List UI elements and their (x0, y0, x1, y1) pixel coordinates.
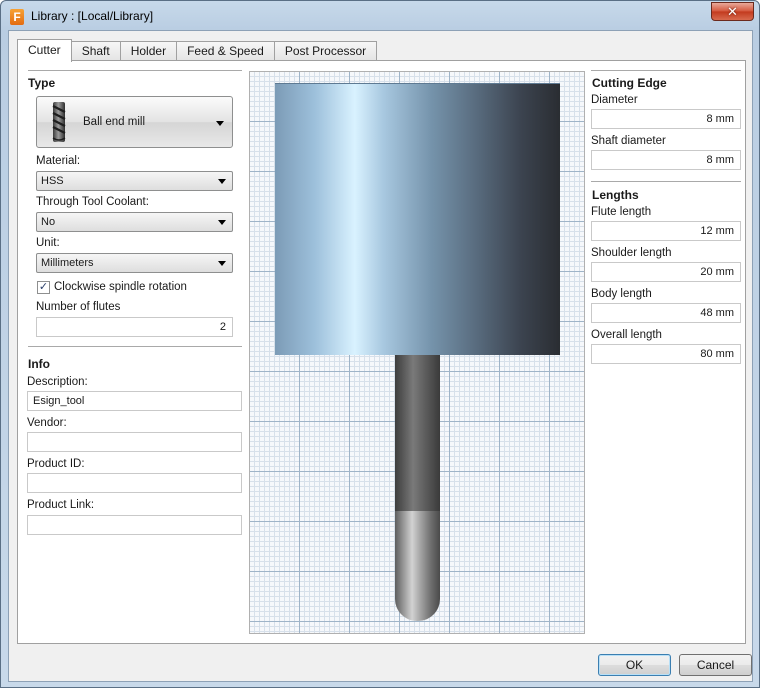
app-logo-icon: F (10, 9, 24, 25)
window-title: Library : [Local/Library] (31, 9, 154, 23)
overall-length-input[interactable]: 80 mm (591, 344, 741, 364)
dialog-body: Cutter Shaft Holder Feed & Speed Post Pr… (8, 30, 753, 682)
tool-type-value: Ball end mill (83, 116, 145, 128)
tab-feed-speed[interactable]: Feed & Speed (176, 41, 275, 61)
coolant-value: No (41, 216, 56, 228)
tool-flute-graphic (395, 511, 440, 621)
info-divider (28, 346, 242, 348)
tab-cutter[interactable]: Cutter (17, 39, 72, 62)
unit-select[interactable]: Millimeters (36, 253, 233, 273)
tab-holder[interactable]: Holder (119, 41, 178, 61)
unit-label: Unit: (36, 237, 60, 249)
chevron-down-icon (218, 220, 226, 225)
flutes-label: Number of flutes (36, 301, 121, 313)
end-mill-icon (52, 102, 66, 142)
coolant-label: Through Tool Coolant: (36, 196, 149, 208)
tool-holder-graphic (275, 83, 560, 355)
coolant-select[interactable]: No (36, 212, 233, 232)
product-id-input[interactable] (27, 473, 242, 493)
chevron-down-icon (218, 179, 226, 184)
type-divider (28, 70, 242, 72)
shoulder-length-input[interactable]: 20 mm (591, 262, 741, 282)
chevron-down-icon (218, 261, 226, 266)
material-value: HSS (41, 175, 64, 187)
product-link-label: Product Link: (27, 499, 95, 511)
flutes-input[interactable]: 2 (36, 317, 233, 337)
description-input[interactable]: Esign_tool (27, 391, 242, 411)
info-section-title: Info (28, 357, 50, 371)
diameter-input[interactable]: 8 mm (591, 109, 741, 129)
vendor-input[interactable] (27, 432, 242, 452)
shaft-diameter-label: Shaft diameter (591, 135, 666, 147)
lengths-divider (591, 181, 741, 183)
material-select[interactable]: HSS (36, 171, 233, 191)
cutter-panel: Type Ball end mill Material: HSS Through… (17, 60, 746, 644)
type-section-title: Type (28, 76, 56, 90)
chevron-down-icon (216, 121, 224, 126)
ok-button[interactable]: OK (598, 654, 671, 676)
overall-length-label: Overall length (591, 329, 662, 341)
tab-bar: Cutter Shaft Holder Feed & Speed Post Pr… (17, 39, 378, 62)
product-id-label: Product ID: (27, 458, 85, 470)
clockwise-checkbox[interactable]: ✓ (37, 281, 50, 294)
body-length-input[interactable]: 48 mm (591, 303, 741, 323)
cutting-edge-divider (591, 70, 741, 72)
description-label: Description: (27, 376, 88, 388)
title-bar[interactable]: F Library : [Local/Library] ✕ (1, 1, 759, 31)
cancel-button[interactable]: Cancel (679, 654, 752, 676)
product-link-input[interactable] (27, 515, 242, 535)
library-dialog: F Library : [Local/Library] ✕ Cutter Sha… (0, 0, 760, 688)
unit-value: Millimeters (41, 257, 94, 269)
cutting-edge-title: Cutting Edge (592, 76, 667, 90)
tab-shaft[interactable]: Shaft (70, 41, 121, 61)
material-label: Material: (36, 155, 81, 167)
shaft-diameter-input[interactable]: 8 mm (591, 150, 741, 170)
tool-shank-graphic (395, 355, 440, 511)
body-length-label: Body length (591, 288, 652, 300)
close-button[interactable]: ✕ (711, 2, 754, 21)
diameter-label: Diameter (591, 94, 638, 106)
flute-length-label: Flute length (591, 206, 652, 218)
clockwise-label: Clockwise spindle rotation (54, 281, 187, 293)
tool-type-selector[interactable]: Ball end mill (36, 96, 233, 148)
tool-preview (249, 71, 585, 634)
vendor-label: Vendor: (27, 417, 67, 429)
tab-post-processor[interactable]: Post Processor (273, 41, 378, 61)
flute-length-input[interactable]: 12 mm (591, 221, 741, 241)
shoulder-length-label: Shoulder length (591, 247, 672, 259)
lengths-title: Lengths (592, 188, 639, 202)
